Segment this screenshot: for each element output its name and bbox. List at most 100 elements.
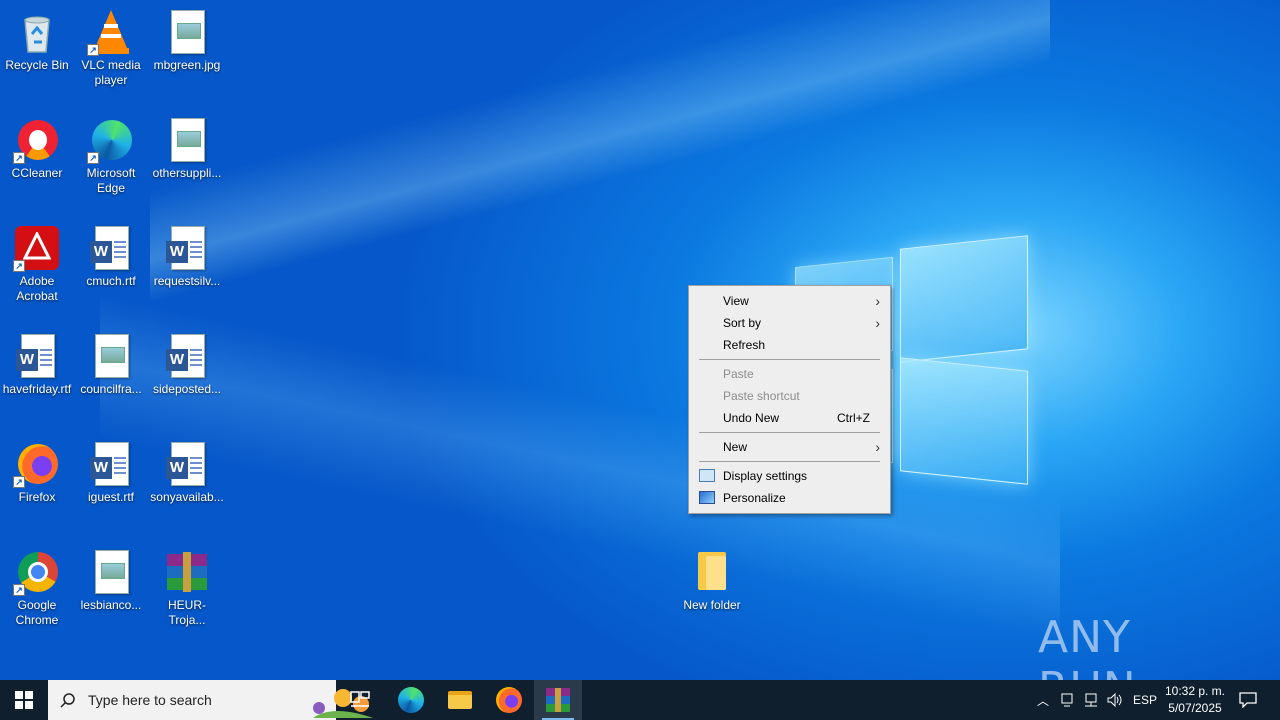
firefox-icon bbox=[496, 687, 522, 713]
menu-item-label: Undo New bbox=[723, 411, 780, 425]
taskbar-app-winrar[interactable] bbox=[534, 680, 582, 720]
chevron-right-icon: › bbox=[875, 439, 880, 455]
task-view-button[interactable] bbox=[336, 680, 384, 720]
desktop-icon-ccleaner[interactable]: ↗ CCleaner bbox=[0, 116, 74, 181]
desktop-icon-requestsilv[interactable]: W requestsilv... bbox=[150, 224, 224, 289]
desktop-icon-lesbianco[interactable]: lesbianco... bbox=[74, 548, 148, 613]
desktop-icon-iguest[interactable]: W iguest.rtf bbox=[74, 440, 148, 505]
taskbar-clock[interactable]: 10:32 p. m. 5/07/2025 bbox=[1160, 683, 1230, 717]
icon-label: cmuch.rtf bbox=[86, 274, 136, 288]
language-label: ESP bbox=[1132, 693, 1157, 707]
icon-label: CCleaner bbox=[11, 166, 63, 180]
tray-network-button[interactable] bbox=[1080, 680, 1102, 720]
icon-label: sideposted... bbox=[152, 382, 222, 396]
taskbar-app-edge[interactable] bbox=[387, 680, 435, 720]
file-explorer-icon bbox=[448, 691, 472, 709]
taskbar-search-box[interactable]: Type here to search bbox=[48, 680, 373, 720]
edge-icon: ↗ bbox=[87, 116, 135, 164]
anyrun-watermark: ANY RUN bbox=[1038, 612, 1238, 714]
menu-item-undo-new[interactable]: Undo New Ctrl+Z bbox=[689, 407, 890, 429]
start-button[interactable] bbox=[0, 680, 48, 720]
desktop-icon-google-chrome[interactable]: ↗ Google Chrome bbox=[0, 548, 74, 628]
menu-item-new[interactable]: New › bbox=[689, 436, 890, 458]
desktop-icon-councilfra[interactable]: councilfra... bbox=[74, 332, 148, 397]
menu-separator bbox=[699, 432, 880, 433]
taskbar-app-firefox[interactable] bbox=[485, 680, 533, 720]
icon-label: requestsilv... bbox=[153, 274, 221, 288]
word-doc-icon: W bbox=[13, 332, 61, 380]
icon-label: lesbianco... bbox=[80, 598, 142, 612]
icon-label: havefriday.rtf bbox=[2, 382, 72, 396]
desktop-icon-othersuppli[interactable]: othersuppli... bbox=[150, 116, 224, 181]
desktop-icon-microsoft-edge[interactable]: ↗ Microsoft Edge bbox=[74, 116, 148, 196]
menu-item-paste: Paste bbox=[689, 363, 890, 385]
taskbar: Type here to search ︿ ESP 10:32 p. m. 5/… bbox=[0, 680, 1280, 720]
image-file-icon bbox=[87, 548, 135, 596]
icon-label: councilfra... bbox=[80, 382, 142, 396]
clock-time: 10:32 p. m. bbox=[1164, 684, 1226, 698]
desktop-icon-havefriday[interactable]: W havefriday.rtf bbox=[0, 332, 74, 397]
tray-volume-button[interactable] bbox=[1104, 680, 1126, 720]
icon-label: VLC media player bbox=[81, 58, 141, 87]
menu-separator bbox=[699, 359, 880, 360]
menu-item-refresh[interactable]: Refresh bbox=[689, 334, 890, 356]
image-file-icon bbox=[163, 8, 211, 56]
show-hidden-icons-button[interactable]: ︿ bbox=[1032, 680, 1054, 720]
task-view-icon bbox=[350, 691, 370, 707]
icon-label: Google Chrome bbox=[15, 598, 59, 627]
menu-item-view[interactable]: View › bbox=[689, 290, 890, 312]
chevron-right-icon: › bbox=[875, 293, 880, 309]
edge-icon bbox=[398, 687, 424, 713]
desktop-icon-vlc[interactable]: ↗ VLC media player bbox=[74, 8, 148, 88]
recycle-bin-icon bbox=[13, 8, 61, 56]
network-icon bbox=[1085, 693, 1097, 707]
icon-label: HEUR-Troja... bbox=[168, 598, 206, 627]
tray-device-icon-button[interactable] bbox=[1056, 680, 1078, 720]
icon-label: sonyavailab... bbox=[150, 490, 224, 504]
menu-item-sort-by[interactable]: Sort by › bbox=[689, 312, 890, 334]
desktop-icon-sideposted[interactable]: W sideposted... bbox=[150, 332, 224, 397]
chevron-right-icon: › bbox=[875, 315, 880, 331]
desktop-icon-mbgreen[interactable]: mbgreen.jpg bbox=[150, 8, 224, 73]
icon-label: Recycle Bin bbox=[5, 58, 69, 72]
desktop-icon-cmuch[interactable]: W cmuch.rtf bbox=[74, 224, 148, 289]
menu-item-personalize[interactable]: Personalize bbox=[689, 487, 890, 509]
menu-item-label: Display settings bbox=[723, 469, 808, 483]
menu-item-label: View bbox=[723, 294, 749, 308]
desktop-icon-sonyavailab[interactable]: W sonyavailab... bbox=[150, 440, 224, 505]
desktop-icon-recycle-bin[interactable]: Recycle Bin bbox=[0, 8, 74, 73]
icon-label: iguest.rtf bbox=[87, 490, 135, 504]
display-settings-icon bbox=[699, 469, 715, 482]
chrome-icon: ↗ bbox=[13, 548, 61, 596]
menu-item-label: Paste shortcut bbox=[723, 389, 800, 403]
folder-icon bbox=[688, 548, 736, 596]
language-indicator[interactable]: ESP bbox=[1130, 680, 1160, 720]
desktop-icon-new-folder[interactable]: New folder bbox=[675, 548, 749, 613]
image-file-icon bbox=[87, 332, 135, 380]
personalize-icon bbox=[699, 491, 715, 504]
windows-start-icon bbox=[15, 691, 33, 709]
menu-item-display-settings[interactable]: Display settings bbox=[689, 465, 890, 487]
menu-item-shortcut: Ctrl+Z bbox=[837, 411, 870, 425]
desktop-icon-firefox[interactable]: ↗ Firefox bbox=[0, 440, 74, 505]
icon-label: New folder bbox=[683, 598, 741, 612]
menu-item-label: Refresh bbox=[723, 338, 766, 352]
clock-date: 5/07/2025 bbox=[1168, 701, 1222, 715]
icon-label: othersuppli... bbox=[152, 166, 222, 180]
firefox-icon: ↗ bbox=[13, 440, 61, 488]
desktop-icon-adobe-acrobat[interactable]: ↗ Adobe Acrobat bbox=[0, 224, 74, 304]
menu-item-paste-shortcut: Paste shortcut bbox=[689, 385, 890, 407]
menu-item-label: New bbox=[723, 440, 748, 454]
icon-label: Adobe Acrobat bbox=[16, 274, 58, 303]
taskbar-app-file-explorer[interactable] bbox=[436, 680, 484, 720]
action-center-button[interactable] bbox=[1232, 680, 1264, 720]
icon-label: mbgreen.jpg bbox=[153, 58, 221, 72]
winrar-icon bbox=[163, 548, 211, 596]
desktop-icon-heur-troja[interactable]: HEUR-Troja... bbox=[150, 548, 224, 628]
word-doc-icon: W bbox=[87, 440, 135, 488]
device-icon bbox=[1061, 693, 1073, 707]
search-icon bbox=[60, 693, 75, 708]
word-doc-icon: W bbox=[87, 224, 135, 272]
icon-label: Microsoft Edge bbox=[86, 166, 136, 195]
vlc-icon: ↗ bbox=[87, 8, 135, 56]
